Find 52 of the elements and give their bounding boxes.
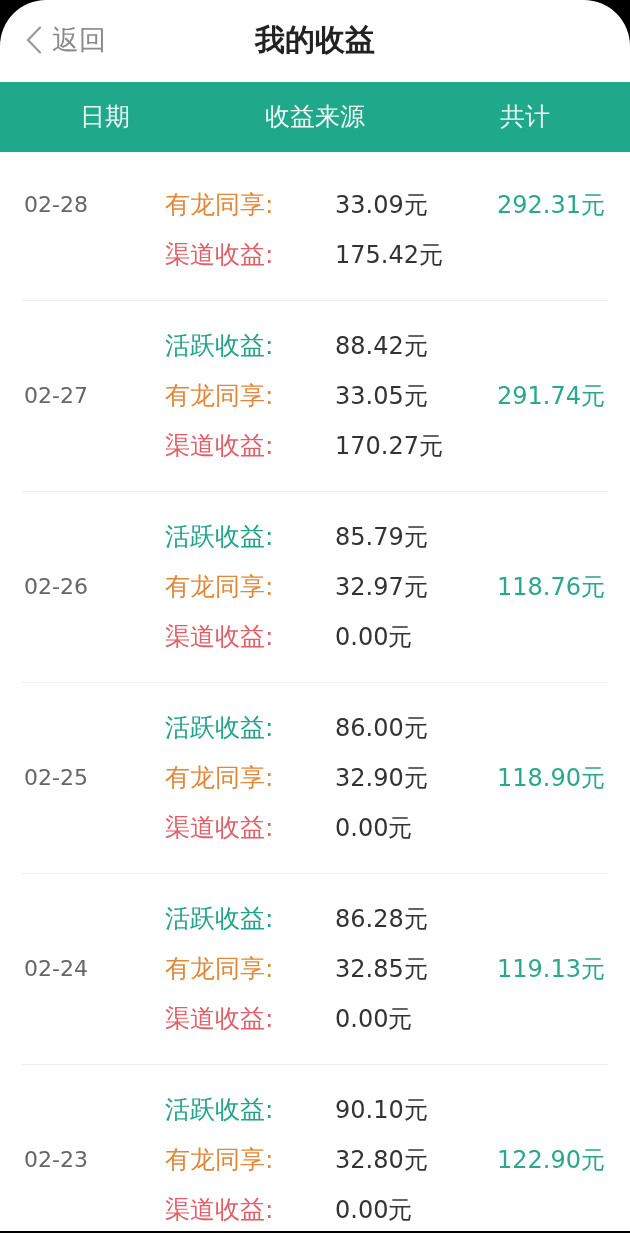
date-text: 02-23	[24, 1147, 88, 1172]
source-amount: 88.42元	[335, 331, 428, 362]
column-header: 收益来源	[265, 101, 365, 133]
date-text: 02-27	[24, 383, 88, 408]
source-label: 活跃收益:	[165, 713, 274, 742]
source-amount: 32.97元	[335, 572, 428, 603]
source-label: 渠道收益:	[165, 813, 274, 842]
page-title: 我的收益	[255, 21, 375, 59]
source-label: 有龙同享:	[165, 572, 274, 601]
total-amount: 122.90元	[497, 1146, 605, 1174]
source-amount: 86.28元	[335, 904, 428, 935]
source-label: 有龙同享:	[165, 381, 274, 410]
date-text: 02-26	[24, 574, 88, 599]
column-header: 日期	[80, 101, 130, 133]
source-amount: 0.00元	[335, 813, 413, 844]
source-label: 活跃收益:	[165, 522, 274, 551]
total-amount: 292.31元	[497, 191, 605, 219]
source-amount: 0.00元	[335, 1195, 413, 1226]
source-amount: 86.00元	[335, 713, 428, 744]
source-label: 活跃收益:	[165, 1095, 274, 1124]
source-label: 有龙同享:	[165, 1145, 274, 1174]
source-amount: 0.00元	[335, 622, 413, 653]
total-amount: 119.13元	[497, 955, 605, 983]
source-label: 有龙同享:	[165, 190, 274, 219]
source-label: 有龙同享:	[165, 954, 274, 983]
source-amount: 33.05元	[335, 381, 428, 412]
total-amount: 118.76元	[497, 573, 605, 601]
source-amount: 90.10元	[335, 1095, 428, 1126]
source-label: 渠道收益:	[165, 622, 274, 651]
source-amount: 32.85元	[335, 954, 428, 985]
source-label: 渠道收益:	[165, 240, 274, 269]
total-amount: 118.90元	[497, 764, 605, 792]
column-header: 共计	[500, 101, 550, 133]
chevron-left-icon	[26, 26, 42, 54]
source-label: 渠道收益:	[165, 1195, 274, 1224]
date-text: 02-24	[24, 956, 88, 981]
source-label: 渠道收益:	[165, 431, 274, 460]
source-amount: 32.90元	[335, 763, 428, 794]
source-amount: 0.00元	[335, 1004, 413, 1035]
date-text: 02-25	[24, 765, 88, 790]
back-button[interactable]: 返回	[26, 23, 106, 57]
total-amount: 291.74元	[497, 382, 605, 410]
source-amount: 175.42元	[335, 240, 443, 271]
source-label: 渠道收益:	[165, 1004, 274, 1033]
source-label: 有龙同享:	[165, 763, 274, 792]
source-amount: 170.27元	[335, 431, 443, 462]
source-amount: 85.79元	[335, 522, 428, 553]
source-amount: 33.09元	[335, 190, 428, 221]
source-label: 活跃收益:	[165, 904, 274, 933]
source-amount: 32.80元	[335, 1145, 428, 1176]
source-label: 活跃收益:	[165, 331, 274, 360]
date-text: 02-28	[24, 192, 88, 217]
